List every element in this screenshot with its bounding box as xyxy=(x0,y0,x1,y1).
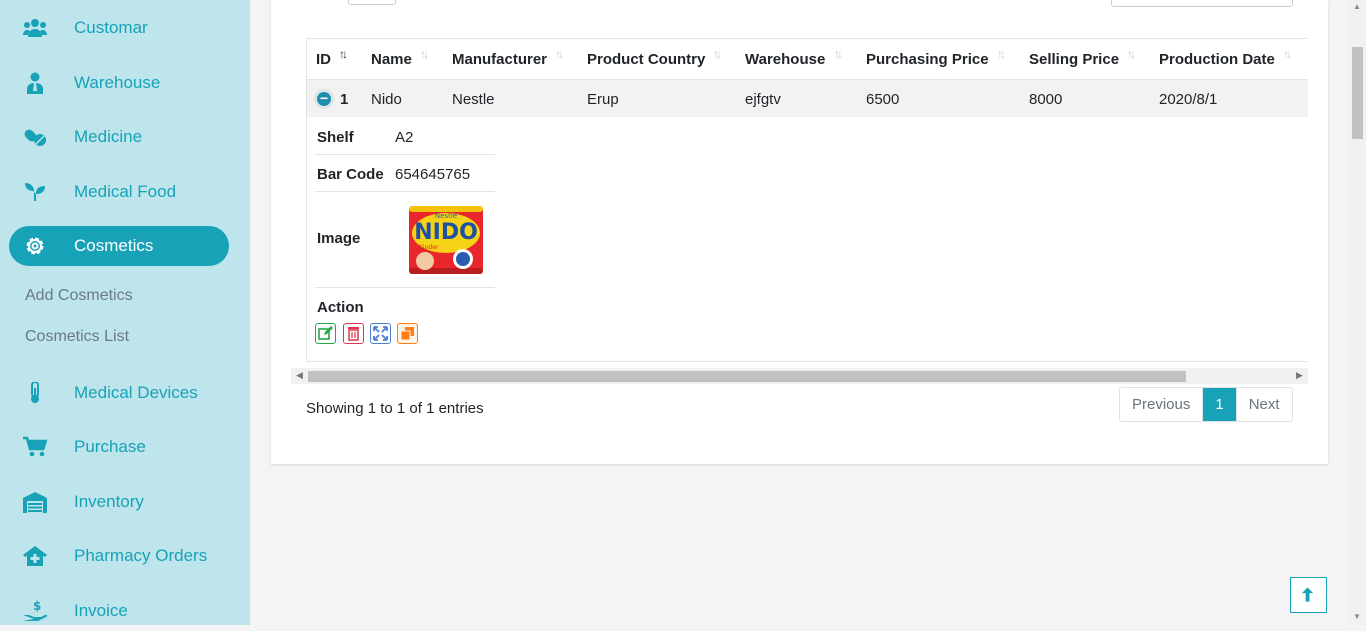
sort-icon[interactable]: ↑↓ xyxy=(1127,47,1136,61)
column-header-product-country[interactable]: Product Country xyxy=(587,51,705,68)
sidebar-subitem-add-cosmetics[interactable]: Add Cosmetics xyxy=(25,287,133,305)
cart-icon xyxy=(23,436,47,457)
sidebar-item-label: Medical Food xyxy=(74,182,177,201)
page-1-button[interactable]: 1 xyxy=(1203,388,1236,421)
detail-value-shelf: A2 xyxy=(395,129,414,146)
table-info: Showing 1 to 1 of 1 entries xyxy=(306,400,484,417)
vertical-scrollbar[interactable]: ▲ ▼ xyxy=(1349,0,1366,625)
sidebar-item-label: Warehouse xyxy=(74,73,161,92)
divider xyxy=(315,191,495,192)
search-input[interactable] xyxy=(1111,0,1293,7)
sort-icon[interactable]: ↑↓ xyxy=(1283,47,1292,61)
horizontal-scrollbar-thumb[interactable] xyxy=(308,371,1186,382)
sidebar-item-label: Pharmacy Orders xyxy=(74,546,208,565)
cell-id: 1 xyxy=(340,91,349,108)
column-header-name[interactable]: Name xyxy=(371,51,412,68)
users-icon xyxy=(23,19,47,37)
cell-product-country: Erup xyxy=(587,91,619,108)
sort-icon[interactable]: ↑↓ xyxy=(420,47,429,61)
sort-icon[interactable]: ↑↓ xyxy=(555,47,564,61)
trash-icon xyxy=(348,327,359,341)
sidebar-item-label: Medicine xyxy=(74,127,143,146)
sort-icon[interactable]: ↑↓ xyxy=(997,47,1006,61)
thermometer-icon xyxy=(31,382,39,403)
cell-manufacturer: Nestle xyxy=(452,91,495,108)
sidebar-item-inventory[interactable]: Inventory xyxy=(9,482,229,522)
detail-label-barcode: Bar Code xyxy=(317,166,384,183)
column-header-production-date[interactable]: Production Date xyxy=(1159,51,1275,68)
collapse-row-button[interactable]: − xyxy=(315,90,333,108)
cell-warehouse: ejfgtv xyxy=(745,91,781,108)
sidebar-item-label: Inventory xyxy=(74,492,144,511)
sidebar-item-medical-devices[interactable]: Medical Devices xyxy=(9,373,229,413)
sort-icon[interactable]: ↑↓ xyxy=(834,47,843,61)
hand-dollar-icon: $ xyxy=(23,600,47,621)
column-header-warehouse[interactable]: Warehouse xyxy=(745,51,825,68)
divider xyxy=(315,287,495,288)
copy-icon xyxy=(400,327,414,341)
sidebar-item-invoice[interactable]: $ Invoice xyxy=(9,591,229,631)
arrow-up-icon xyxy=(1301,587,1314,602)
sidebar: Customar Warehouse Medicine Medical Food… xyxy=(0,0,250,625)
warehouse-icon xyxy=(23,492,47,513)
delete-button[interactable] xyxy=(343,323,364,344)
scroll-down-arrow[interactable]: ▼ xyxy=(1353,612,1361,621)
page-length-select[interactable] xyxy=(348,0,396,5)
column-header-selling-price[interactable]: Selling Price xyxy=(1029,51,1119,68)
column-header-id[interactable]: ID xyxy=(316,51,331,68)
sidebar-subitem-cosmetics-list[interactable]: Cosmetics List xyxy=(25,328,129,346)
vertical-scrollbar-thumb[interactable] xyxy=(1352,47,1363,139)
cell-production-date: 2020/8/1 xyxy=(1159,91,1218,108)
cell-name: Nido xyxy=(371,91,402,108)
sidebar-item-label: Customar xyxy=(74,18,148,37)
sidebar-item-label: Cosmetics xyxy=(74,236,154,255)
sidebar-item-label: Invoice xyxy=(74,601,128,620)
sidebar-item-pharmacy-orders[interactable]: Pharmacy Orders xyxy=(9,536,229,576)
sidebar-item-purchase[interactable]: Purchase xyxy=(9,427,229,467)
sidebar-item-medicine[interactable]: Medicine xyxy=(9,117,229,157)
back-to-top-button[interactable] xyxy=(1290,577,1327,613)
cell-purchasing-price: 6500 xyxy=(866,91,900,108)
column-header-purchasing-price[interactable]: Purchasing Price xyxy=(866,51,989,68)
copy-button[interactable] xyxy=(397,323,418,344)
detail-label-action: Action xyxy=(317,299,364,316)
user-tie-icon xyxy=(27,72,43,94)
edit-icon xyxy=(318,326,333,340)
sidebar-item-customar[interactable]: Customar xyxy=(9,8,229,48)
scroll-left-arrow[interactable]: ◀ xyxy=(296,370,303,381)
seedling-icon xyxy=(25,183,45,201)
pills-icon xyxy=(24,129,46,146)
scroll-up-arrow[interactable]: ▲ xyxy=(1353,2,1361,11)
clinic-icon xyxy=(23,546,47,566)
sidebar-item-label: Purchase xyxy=(74,437,146,456)
edit-button[interactable] xyxy=(315,323,336,344)
scroll-right-arrow[interactable]: ▶ xyxy=(1296,370,1303,381)
detail-value-barcode: 654645765 xyxy=(395,166,471,183)
svg-text:NIDO: NIDO xyxy=(414,220,478,245)
next-page-button[interactable]: Next xyxy=(1235,388,1292,421)
detail-label-shelf: Shelf xyxy=(317,129,354,146)
sort-icon[interactable]: ↑↓ xyxy=(339,47,348,61)
data-table: ID ↑↓ Name ↑↓ Manufacturer ↑↓ Product Co… xyxy=(306,38,1308,362)
sidebar-item-warehouse[interactable]: Warehouse xyxy=(9,63,229,103)
expand-icon xyxy=(373,326,388,341)
sidebar-item-label: Medical Devices xyxy=(74,383,198,402)
svg-text:Kinder: Kinder xyxy=(419,244,439,251)
table-row[interactable]: − 1 Nido Nestle Erup ejfgtv 6500 8000 20… xyxy=(307,79,1308,117)
detail-label-image: Image xyxy=(317,230,361,247)
divider xyxy=(315,154,495,155)
expand-button[interactable] xyxy=(370,323,391,344)
cell-selling-price: 8000 xyxy=(1029,91,1063,108)
sort-icon[interactable]: ↑↓ xyxy=(713,47,722,61)
pagination: Previous 1 Next xyxy=(1119,387,1293,422)
column-header-manufacturer[interactable]: Manufacturer xyxy=(452,51,547,68)
svg-text:$: $ xyxy=(33,600,41,613)
gear-icon xyxy=(26,237,44,255)
sidebar-item-medical-food[interactable]: Medical Food xyxy=(9,172,229,212)
svg-text:Nestlé: Nestlé xyxy=(435,212,457,220)
previous-page-button[interactable]: Previous xyxy=(1120,388,1204,421)
product-image: Nestlé NIDO Kinder xyxy=(409,206,483,274)
sidebar-item-cosmetics[interactable]: Cosmetics xyxy=(9,226,229,266)
